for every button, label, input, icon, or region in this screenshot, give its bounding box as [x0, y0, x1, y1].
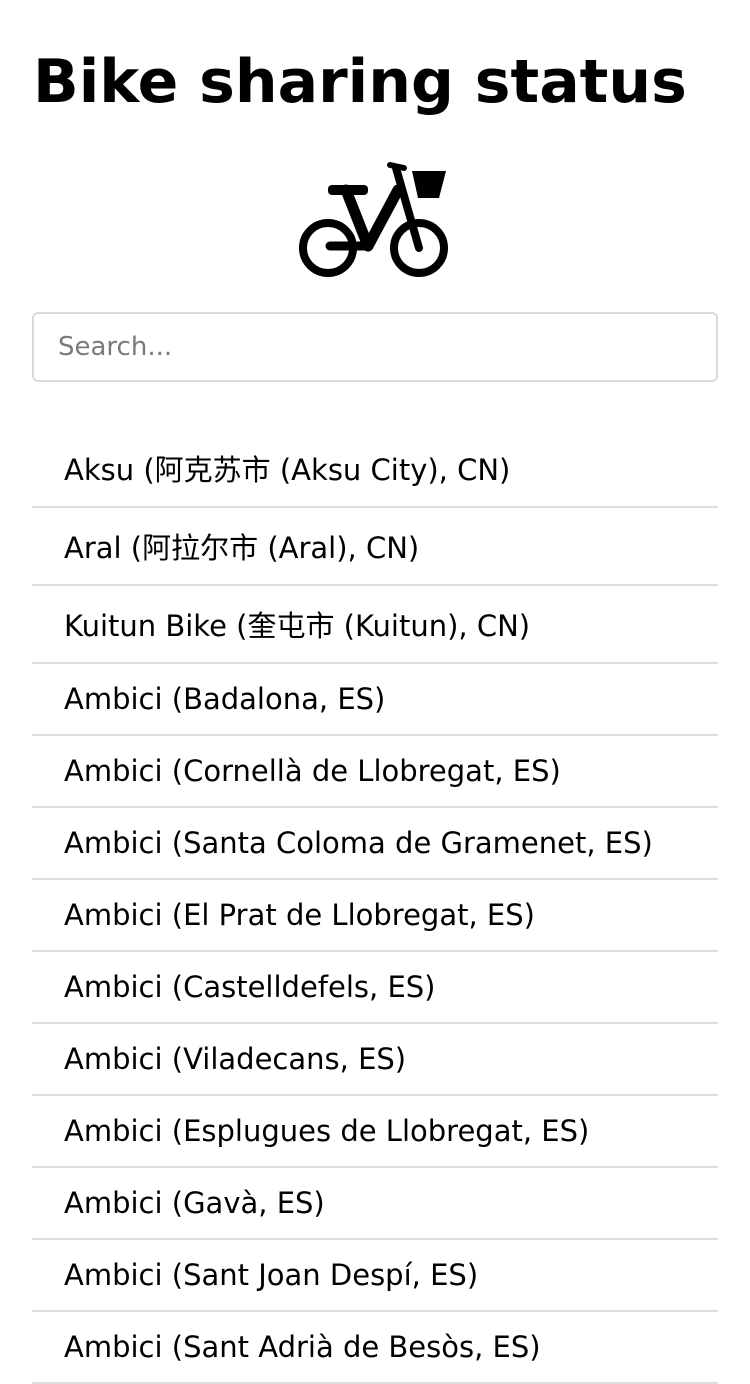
- list-item[interactable]: Ambici (Viladecans, ES): [32, 1024, 718, 1096]
- page-title: Bike sharing status: [33, 47, 687, 117]
- list-item[interactable]: Ambici (Santa Coloma de Gramenet, ES): [32, 808, 718, 880]
- list-item[interactable]: Ambici (Cornellà de Llobregat, ES): [32, 736, 718, 808]
- list-item[interactable]: Aksu (阿克苏市 (Aksu City), CN): [32, 430, 718, 508]
- bicycle-with-basket-icon: [299, 162, 448, 277]
- list-item[interactable]: Ambici (El Prat de Llobregat, ES): [32, 880, 718, 952]
- list-item[interactable]: Ambici (Sant Joan Despí, ES): [32, 1240, 718, 1312]
- bike-system-list: Aksu (阿克苏市 (Aksu City), CN) Aral (阿拉尔市 (…: [32, 430, 718, 1384]
- list-item[interactable]: Aral (阿拉尔市 (Aral), CN): [32, 508, 718, 586]
- list-item[interactable]: Ambici (Esplugues de Llobregat, ES): [32, 1096, 718, 1168]
- list-item[interactable]: Ambici (Badalona, ES): [32, 664, 718, 736]
- list-item[interactable]: Ambici (Castelldefels, ES): [32, 952, 718, 1024]
- list-item[interactable]: Ambici (Gavà, ES): [32, 1168, 718, 1240]
- list-item[interactable]: Kuitun Bike (奎屯市 (Kuitun), CN): [32, 586, 718, 664]
- list-item[interactable]: Ambici (Sant Adrià de Besòs, ES): [32, 1312, 718, 1384]
- search-input[interactable]: [32, 312, 718, 382]
